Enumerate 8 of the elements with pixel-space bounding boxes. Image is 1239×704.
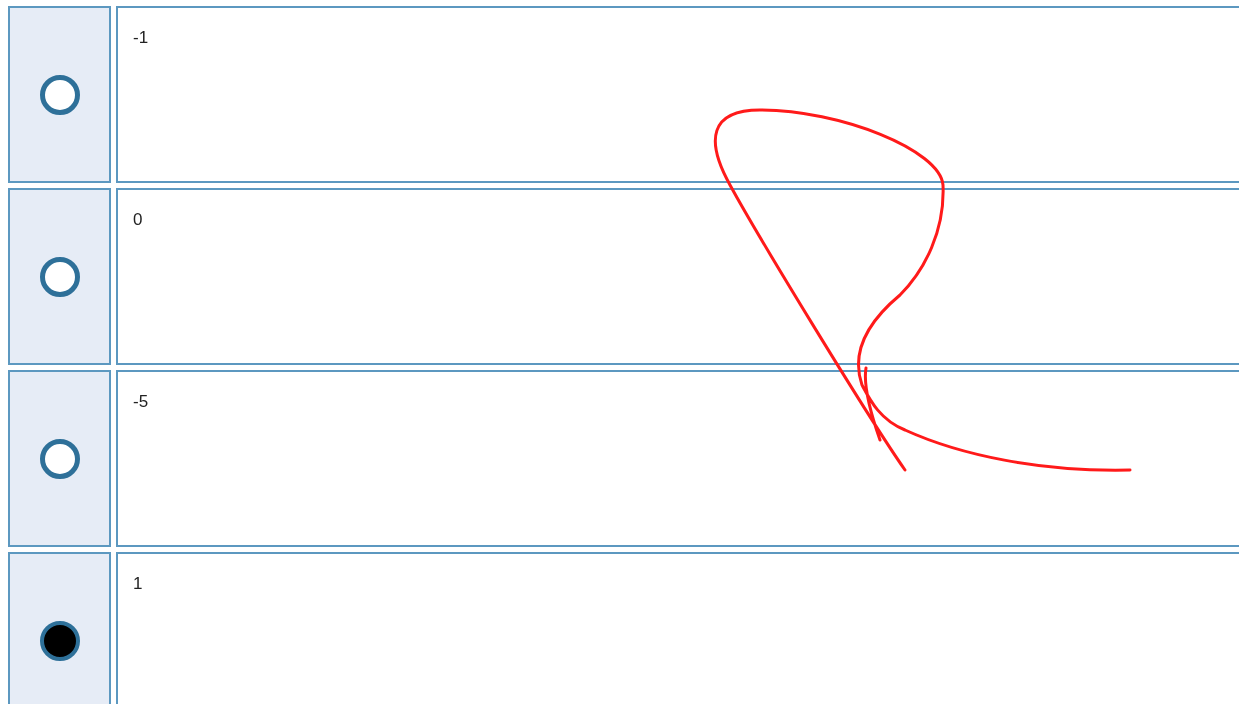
answer-text: -1 <box>133 28 149 48</box>
radio-button[interactable] <box>39 256 80 297</box>
radio-button[interactable] <box>39 74 80 115</box>
answer-text: 0 <box>133 210 143 230</box>
radio-button[interactable] <box>39 620 80 661</box>
radio-button[interactable] <box>39 438 80 479</box>
answer-text: 1 <box>133 574 143 594</box>
answer-text: -5 <box>133 392 149 412</box>
